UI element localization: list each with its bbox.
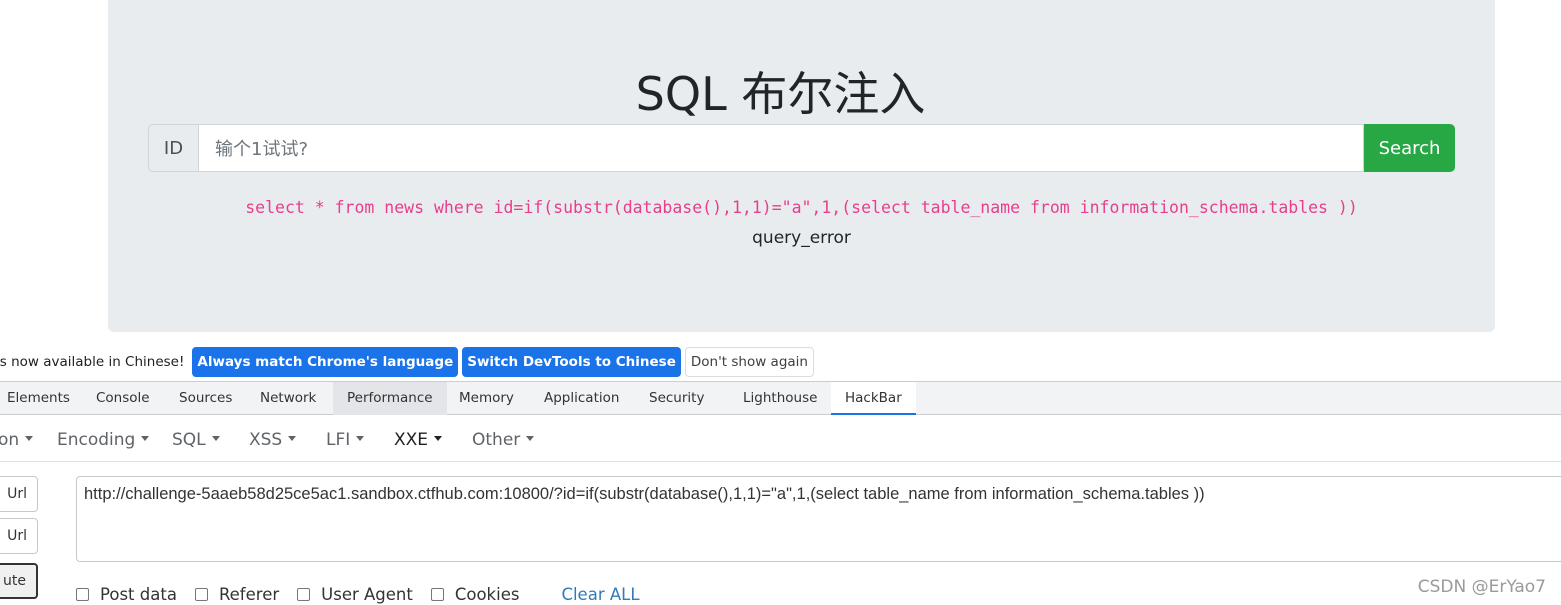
tab-console[interactable]: Console: [89, 382, 157, 415]
chevron-down-icon: [141, 435, 150, 441]
chevron-down-icon: [526, 435, 535, 441]
chevron-down-icon: [211, 435, 220, 441]
menu-encryption[interactable]: on: [0, 430, 34, 450]
infobar-message: is now available in Chinese!: [0, 354, 185, 370]
tab-performance[interactable]: Performance: [333, 382, 447, 415]
chevron-down-icon: [25, 435, 34, 441]
menu-encoding[interactable]: Encoding: [57, 430, 150, 450]
user-agent-option[interactable]: User Agent: [297, 585, 413, 604]
query-result: query_error: [752, 228, 851, 248]
dont-show-again-button[interactable]: Don't show again: [684, 347, 814, 377]
switch-devtools-chinese-button[interactable]: Switch DevTools to Chinese: [462, 347, 681, 377]
tab-lighthouse[interactable]: Lighthouse: [736, 382, 824, 415]
search-button[interactable]: Search: [1364, 124, 1455, 172]
menu-xss[interactable]: XSS: [249, 430, 297, 450]
menu-xxe[interactable]: XXE: [394, 430, 443, 450]
tab-elements[interactable]: Elements: [0, 382, 77, 415]
tab-network[interactable]: Network: [253, 382, 323, 415]
post-data-option[interactable]: Post data: [76, 585, 177, 604]
always-match-language-button[interactable]: Always match Chrome's language: [192, 347, 459, 377]
devtools-language-infobar: is now available in Chinese! Always matc…: [0, 345, 1561, 379]
menu-sql[interactable]: SQL: [172, 430, 220, 450]
tab-memory[interactable]: Memory: [452, 382, 521, 415]
menu-lfi[interactable]: LFI: [326, 430, 365, 450]
tab-application[interactable]: Application: [537, 382, 626, 415]
tab-security[interactable]: Security: [642, 382, 711, 415]
tab-hackbar[interactable]: HackBar: [831, 382, 916, 415]
checkbox[interactable]: [430, 587, 444, 601]
chevron-down-icon: [434, 435, 443, 441]
id-label: ID: [148, 124, 199, 172]
url-textarea[interactable]: http://challenge-5aaeb58d25ce5ac1.sandbo…: [76, 476, 1561, 562]
sql-statement: select * from news where id=if(substr(da…: [245, 198, 1358, 217]
chevron-down-icon: [356, 435, 365, 441]
page-title: SQL 布尔注入: [635, 67, 926, 121]
devtools-tab-bar: Elements Console Sources Network Perform…: [0, 381, 1561, 415]
load-url-button[interactable]: Url: [0, 476, 38, 512]
id-input[interactable]: 输个1试试?: [199, 124, 1364, 172]
checkbox[interactable]: [297, 587, 311, 601]
tab-sources[interactable]: Sources: [172, 382, 239, 415]
cookies-option[interactable]: Cookies: [430, 585, 519, 604]
execute-button[interactable]: ute: [0, 563, 38, 599]
split-url-button[interactable]: Url: [0, 518, 38, 554]
checkbox[interactable]: [194, 587, 208, 601]
hackbar-menu: on Encoding SQL XSS LFI XXE Other: [0, 420, 1561, 462]
watermark: CSDN @ErYao7: [1417, 577, 1546, 597]
referer-option[interactable]: Referer: [194, 585, 279, 604]
clear-all-link[interactable]: Clear ALL: [561, 585, 639, 604]
menu-other[interactable]: Other: [472, 430, 535, 450]
hackbar-options: Post data Referer User Agent Cookies Cle…: [76, 582, 640, 605]
checkbox[interactable]: [76, 587, 89, 601]
id-search-group: ID 输个1试试? Search: [148, 124, 1455, 172]
chevron-down-icon: [288, 435, 297, 441]
